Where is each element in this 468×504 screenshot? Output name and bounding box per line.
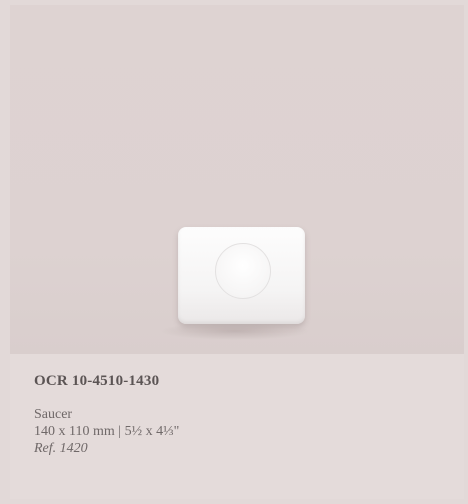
product-image-area[interactable]	[10, 5, 464, 354]
page: OCR 10-4510-1430 Saucer 140 x 110 mm | 5…	[0, 0, 468, 504]
product-code: OCR 10-4510-1430	[34, 373, 160, 389]
product-details: Saucer 140 x 110 mm | 5½ x 4⅓" Ref. 1420	[34, 406, 179, 457]
product-card[interactable]: OCR 10-4510-1430 Saucer 140 x 110 mm | 5…	[10, 5, 464, 499]
saucer-image	[178, 227, 305, 324]
product-info: OCR 10-4510-1430 Saucer 140 x 110 mm | 5…	[10, 354, 464, 499]
product-ref: Ref. 1420	[34, 441, 88, 456]
saucer-shadow	[160, 322, 310, 340]
saucer-center-well	[215, 243, 271, 299]
product-dimensions: 140 x 110 mm | 5½ x 4⅓"	[34, 424, 180, 439]
product-name: Saucer	[34, 407, 73, 422]
